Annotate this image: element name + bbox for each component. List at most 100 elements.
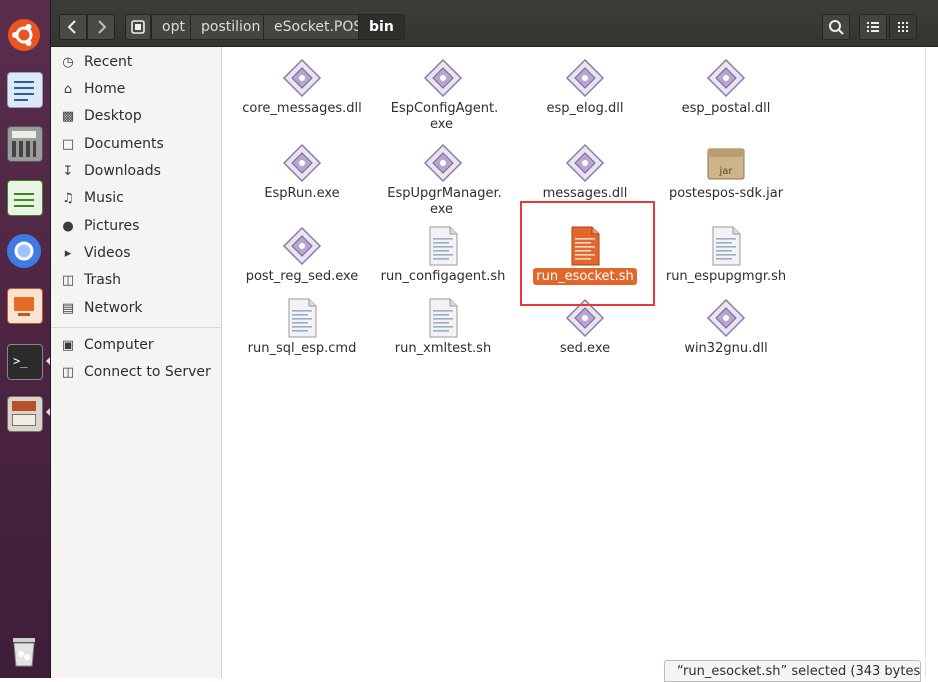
files-launcher[interactable] (3, 392, 45, 434)
executable-icon (282, 143, 322, 183)
executable-icon (282, 58, 322, 98)
file-name: EspConfigAgent. exe (390, 101, 499, 132)
breadcrumb-bin[interactable]: bin (358, 14, 405, 40)
executable-icon (282, 226, 322, 266)
chevron-left-icon (67, 20, 76, 34)
chromium-launcher[interactable] (3, 230, 45, 272)
sidebar-item-videos[interactable]: ▸ Videos (51, 241, 221, 267)
music-icon: ♫ (62, 191, 74, 206)
breadcrumb-esocket-pos[interactable]: eSocket.POS (263, 14, 374, 40)
file-item[interactable]: sed.exe (513, 296, 657, 376)
sidebar-item-documents[interactable]: □ Documents (51, 132, 221, 158)
sidebar-item-label: Downloads (84, 163, 161, 179)
file-name: messages.dll (542, 186, 628, 201)
calculator-launcher[interactable] (3, 122, 45, 164)
file-item[interactable]: run_xmltest.sh (371, 296, 515, 376)
ubuntu-dash-button[interactable] (3, 14, 45, 56)
script-file-icon (712, 226, 741, 266)
terminal-launcher[interactable]: >_ (3, 340, 45, 382)
list-view-button[interactable] (859, 14, 887, 40)
file-item[interactable]: post_reg_sed.exe (230, 224, 374, 304)
file-item[interactable]: run_configagent.sh (371, 224, 515, 304)
file-name: run_configagent.sh (380, 269, 506, 284)
sidebar-item-label: Computer (84, 337, 154, 353)
sidebar-item-trash[interactable]: ◫ Trash (51, 268, 221, 294)
grid-view-icon (898, 22, 908, 32)
video-icon: ▸ (64, 246, 72, 261)
breadcrumb-postilion[interactable]: postilion (190, 14, 272, 40)
trash-launcher[interactable] (3, 630, 45, 672)
sidebar-item-computer[interactable]: ▣ Computer (51, 333, 221, 359)
file-name: esp_elog.dll (546, 101, 624, 116)
sidebar-item-label: Music (84, 190, 124, 206)
running-indicator (46, 357, 50, 365)
running-indicator (46, 408, 50, 416)
sidebar-item-label: Connect to Server (84, 364, 211, 380)
header-bar: opt postilion eSocket.POS bin (51, 6, 938, 47)
file-item[interactable]: EspUpgrManager. exe (371, 141, 515, 221)
network-icon: ▤ (61, 301, 75, 316)
back-button[interactable] (59, 14, 87, 40)
file-item[interactable]: run_sql_esp.cmd (230, 296, 374, 376)
file-item[interactable]: core_messages.dll (230, 56, 374, 136)
calculator-icon (7, 126, 43, 162)
clock-icon: ◷ (62, 55, 74, 70)
calc-spreadsheet-launcher[interactable] (3, 176, 45, 218)
file-item[interactable]: jar postespos-sdk.jar (654, 141, 798, 221)
download-icon: ↧ (62, 164, 74, 179)
file-name: core_messages.dll (242, 101, 362, 116)
drive-icon (131, 20, 145, 34)
sidebar-item-desktop[interactable]: ▩ Desktop (51, 104, 221, 130)
text-file-icon (288, 298, 317, 338)
file-cabinet-icon (7, 396, 43, 432)
grid-view-button[interactable] (889, 14, 917, 40)
file-name: sed.exe (559, 341, 611, 356)
writer-launcher[interactable] (3, 68, 45, 110)
file-item[interactable]: run_espupgmgr.sh (654, 224, 798, 304)
file-item[interactable]: esp_elog.dll (513, 56, 657, 136)
script-file-icon (429, 226, 458, 266)
sidebar-item-label: Trash (84, 272, 121, 288)
file-view[interactable]: core_messages.dll EspConfigAgent. exe esp_… (222, 47, 925, 678)
location-root-button[interactable] (125, 14, 151, 40)
places-sidebar: ◷ Recent ⌂ Home ▩ Desktop □ Documents ↧ … (51, 47, 222, 678)
sidebar-item-connect-to-server[interactable]: ◫ Connect to Server (51, 360, 221, 386)
chevron-right-icon (98, 20, 107, 34)
sidebar-item-downloads[interactable]: ↧ Downloads (51, 159, 221, 185)
sidebar-item-music[interactable]: ♫ Music (51, 186, 221, 212)
search-icon (829, 20, 844, 35)
chromium-icon (7, 234, 41, 268)
sidebar-item-label: Pictures (84, 218, 140, 234)
sidebar-item-home[interactable]: ⌂ Home (51, 77, 221, 103)
file-name: postespos-sdk.jar (668, 186, 784, 201)
file-name: esp_postal.dll (681, 101, 771, 116)
ubuntu-logo-icon (8, 19, 40, 51)
computer-icon: ▣ (61, 338, 75, 353)
camera-icon: ● (62, 219, 74, 234)
home-icon: ⌂ (63, 82, 73, 97)
sidebar-item-pictures[interactable]: ● Pictures (51, 214, 221, 240)
jar-label: jar (718, 166, 733, 177)
list-view-icon (867, 22, 879, 32)
trash-icon: ◫ (61, 273, 75, 288)
file-item[interactable]: win32gnu.dll (654, 296, 798, 376)
sidebar-item-label: Home (84, 81, 126, 97)
file-item[interactable]: esp_postal.dll (654, 56, 798, 136)
impress-launcher[interactable] (3, 284, 45, 326)
forward-button[interactable] (87, 14, 115, 40)
file-name: EspUpgrManager. exe (387, 186, 502, 217)
executable-icon (565, 58, 605, 98)
executable-icon (423, 143, 463, 183)
file-item[interactable]: EspRun.exe (230, 141, 374, 221)
search-button[interactable] (822, 14, 850, 40)
document-icon: □ (61, 137, 75, 152)
selection-highlight-box (520, 201, 655, 306)
file-item[interactable]: EspConfigAgent. exe (371, 56, 515, 136)
sidebar-separator (51, 327, 221, 328)
server-icon: ◫ (61, 365, 75, 380)
sidebar-item-network[interactable]: ▤ Network (51, 296, 221, 322)
executable-icon (423, 58, 463, 98)
sidebar-item-recent[interactable]: ◷ Recent (51, 50, 221, 76)
presentation-icon (7, 288, 43, 324)
scrollbar[interactable] (925, 47, 938, 678)
